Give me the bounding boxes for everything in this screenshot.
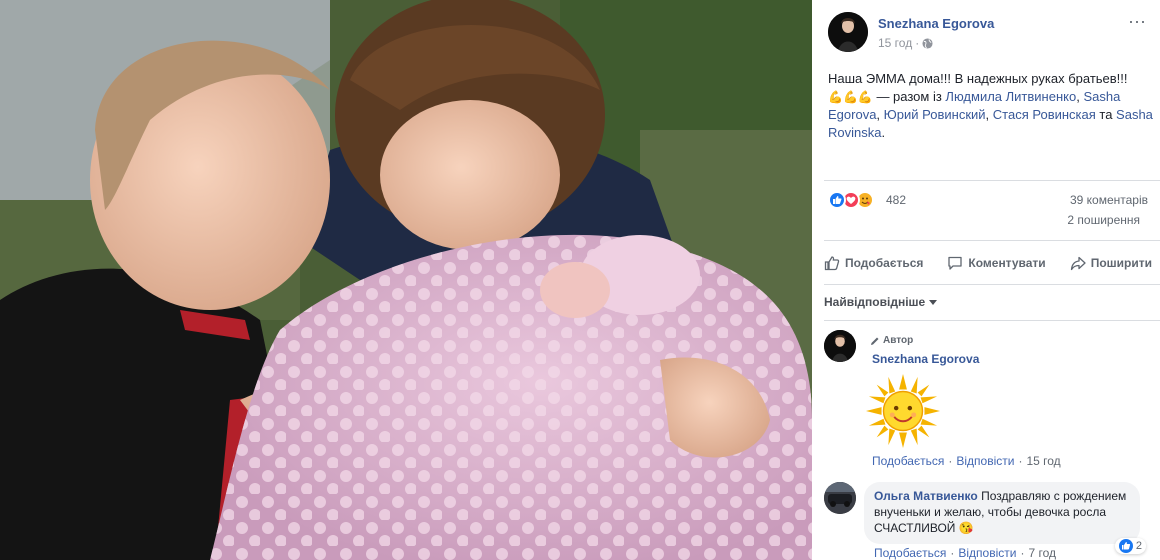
post-meta: 15 год ·: [878, 36, 933, 50]
separator: ,: [985, 107, 993, 122]
comment-reaction-count: 2: [1135, 540, 1142, 552]
comment-bubble: Ольга Матвиенко Поздравляю с рождением в…: [864, 482, 1140, 544]
author-badge: Автор: [870, 335, 913, 346]
post-author-name[interactable]: Snezhana Egorova: [878, 16, 994, 31]
tagged-user-4[interactable]: Стася Ровинская: [993, 107, 1096, 122]
period: .: [881, 125, 886, 140]
comment-label: Коментувати: [968, 256, 1046, 270]
comment-reaction-badge[interactable]: 2: [1114, 538, 1146, 554]
reaction-summary[interactable]: 482 39 коментарів: [828, 190, 1148, 210]
like-label: Подобається: [845, 256, 924, 270]
pencil-icon: [871, 337, 879, 345]
comment-actions: Подобається · Відповісти · 15 год: [872, 454, 1061, 468]
comment-bubble-icon: [948, 256, 963, 270]
and-word: та: [1095, 107, 1117, 122]
sort-label: Найвідповідніше: [824, 295, 926, 309]
globe-icon: [922, 37, 933, 49]
share-label: Поширити: [1090, 256, 1152, 270]
post-time[interactable]: 15 год: [878, 36, 912, 50]
comment-time[interactable]: 15 год: [1026, 454, 1060, 468]
comment-author-name[interactable]: Ольга Матвиенко: [874, 489, 978, 503]
comment-button[interactable]: Коментувати: [943, 250, 1049, 276]
comment-avatar[interactable]: [824, 330, 856, 362]
post-actions: Подобається Коментувати Поширити: [820, 250, 1156, 276]
divider: [824, 320, 1160, 321]
flexed-biceps-emoji: 💪💪💪: [828, 90, 873, 104]
dot-separator: ·: [950, 546, 955, 560]
author-badge-label: Автор: [883, 335, 914, 346]
chevron-down-icon: [929, 299, 938, 305]
post-photo[interactable]: [0, 0, 812, 560]
share-button[interactable]: Поширити: [1066, 250, 1156, 276]
divider: [824, 240, 1160, 241]
photo-illustration: [0, 0, 812, 560]
share-count[interactable]: 2 поширення: [1067, 213, 1140, 227]
divider: [824, 284, 1160, 285]
post-header: Snezhana Egorova 15 год · ···: [828, 12, 1148, 56]
share-arrow-icon: [1070, 256, 1086, 271]
like-button[interactable]: Подобається: [820, 250, 927, 276]
comment-like-link[interactable]: Подобається: [872, 454, 944, 468]
reaction-count: 482: [886, 193, 907, 207]
meta-separator: ·: [915, 36, 920, 50]
tagged-user-1[interactable]: Людмила Литвиненко: [945, 89, 1076, 104]
with-prefix: — разом із: [872, 89, 946, 104]
tagged-user-3[interactable]: Юрий Ровинский: [884, 107, 986, 122]
post-text: Наша ЭММА дома!!! В надежных руках брать…: [828, 70, 1154, 142]
post-text-line1: Наша ЭММА дома!!! В надежных руках брать…: [828, 71, 1128, 86]
divider: [824, 180, 1160, 181]
dot-separator: ·: [1020, 546, 1025, 560]
dot-separator: ·: [948, 454, 953, 468]
like-reaction-icon: [828, 191, 846, 209]
thumbs-up-icon: [824, 256, 840, 271]
comment-actions: Подобається · Відповісти · 7 год: [874, 546, 1056, 560]
comment-author-name[interactable]: Snezhana Egorova: [872, 352, 979, 366]
comment-count[interactable]: 39 коментарів: [1070, 193, 1148, 207]
more-horizontal-icon[interactable]: ···: [1128, 12, 1146, 32]
sun-sticker: [865, 373, 941, 449]
comment-like-link[interactable]: Подобається: [874, 546, 946, 560]
kissing-face-emoji: 😘: [958, 521, 974, 535]
comment-avatar[interactable]: [824, 482, 856, 514]
comment-reply-link[interactable]: Відповісти: [956, 454, 1014, 468]
comment-sort-dropdown[interactable]: Найвідповідніше: [824, 295, 938, 309]
author-avatar[interactable]: [828, 12, 868, 52]
post-side-panel: Snezhana Egorova 15 год · ··· Наша ЭММА …: [812, 0, 1160, 560]
dot-separator: ·: [1018, 454, 1023, 468]
separator: ,: [876, 107, 884, 122]
comment-time[interactable]: 7 год: [1028, 546, 1056, 560]
comment-reply-link[interactable]: Відповісти: [958, 546, 1016, 560]
thumbs-up-icon: [1118, 539, 1133, 553]
